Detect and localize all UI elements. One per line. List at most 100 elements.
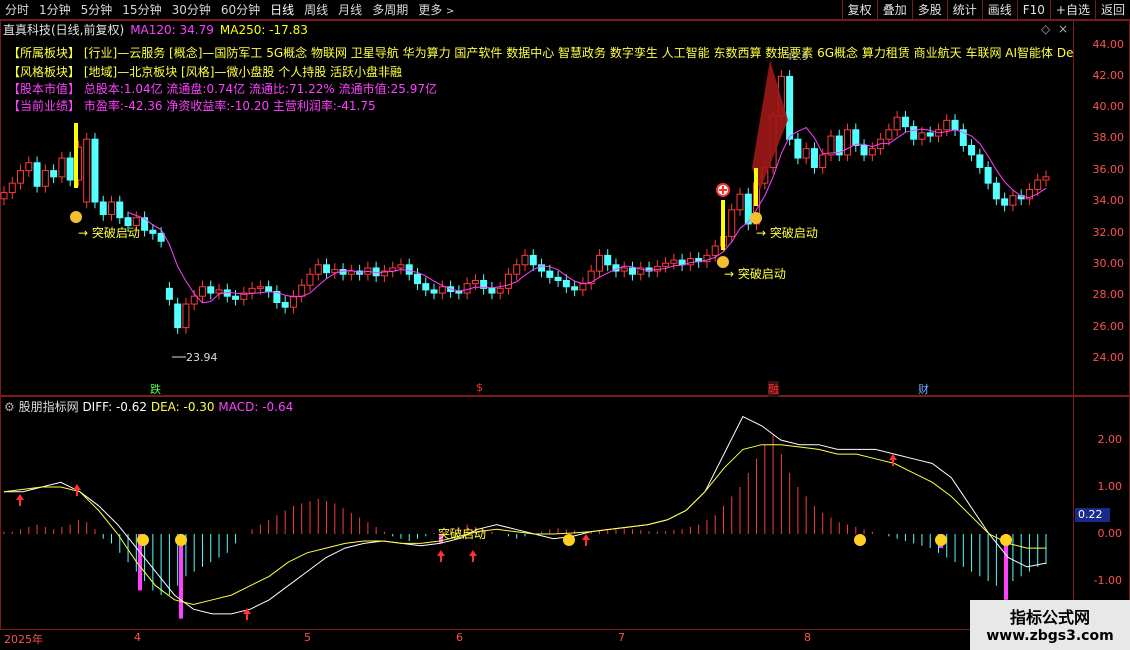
up-arrow-icon — [437, 550, 445, 562]
candle-body — [670, 259, 678, 264]
tab-5min[interactable]: 5分钟 — [76, 0, 118, 20]
tab-15min[interactable]: 15分钟 — [117, 0, 166, 20]
fall-marker[interactable]: 跌 — [150, 381, 161, 397]
stats-button[interactable]: 统计 — [946, 0, 982, 20]
candle-body — [488, 287, 496, 294]
date-label: 6 — [456, 631, 463, 644]
candle-body — [728, 209, 736, 238]
candle-body — [463, 283, 471, 294]
overlay-button[interactable]: 叠加 — [876, 0, 912, 20]
candle-body — [786, 75, 794, 140]
candle-body — [207, 286, 215, 294]
candle-body — [215, 289, 223, 294]
smiley-icon — [137, 534, 149, 546]
high-price-label: 42.9 — [786, 52, 809, 63]
news-marker[interactable]: 融 — [768, 381, 779, 397]
candle-body — [513, 264, 521, 275]
candle-body — [190, 295, 198, 305]
candle-body — [430, 289, 438, 294]
candle-body — [306, 273, 314, 286]
candle-body — [141, 217, 149, 231]
candle-body — [66, 157, 74, 181]
candle-body — [50, 170, 58, 178]
candle-body — [99, 201, 107, 216]
candle-body — [33, 162, 41, 187]
candle-body — [289, 295, 297, 308]
current-value-box: 0.22 — [1075, 508, 1110, 522]
candle-body — [182, 303, 190, 329]
up-arrow-icon — [16, 494, 24, 506]
candle-body — [810, 148, 818, 168]
tab-more-label: 更多 — [418, 2, 443, 17]
smiley-icon — [1000, 534, 1012, 546]
tab-30min[interactable]: 30分钟 — [167, 0, 216, 20]
date-label: 2025年 — [4, 633, 43, 646]
tab-weekly[interactable]: 周线 — [299, 0, 333, 20]
macd-tick: 2.00 — [1097, 433, 1123, 446]
candle-body — [571, 286, 579, 291]
finance-marker[interactable]: 财 — [918, 381, 929, 397]
draw-line-button[interactable]: 画线 — [981, 0, 1017, 20]
dollar-marker[interactable]: $ — [476, 381, 483, 394]
candle-body — [174, 303, 182, 329]
up-arrow-icon — [469, 550, 477, 562]
candle-body — [232, 295, 240, 300]
candlestick-chart[interactable] — [0, 20, 1073, 396]
candle-body — [422, 283, 430, 291]
tab-fenshi[interactable]: 分时 — [0, 0, 34, 20]
candle-body — [653, 265, 661, 272]
candle-body — [248, 287, 256, 294]
candle-body — [860, 144, 868, 156]
candle-body — [347, 270, 355, 275]
date-label: 8 — [804, 631, 811, 644]
low-price-label: 23.94 — [186, 351, 218, 364]
date-label: 5 — [304, 631, 311, 644]
add-watchlist-button[interactable]: +自选 — [1049, 0, 1095, 20]
candle-body — [827, 135, 835, 156]
back-button[interactable]: 返回 — [1094, 0, 1130, 20]
signal-bar — [754, 168, 758, 206]
signal-bar — [74, 123, 78, 188]
tab-monthly[interactable]: 月线 — [333, 0, 367, 20]
candle-body — [314, 264, 322, 275]
candle-body — [885, 129, 893, 140]
candle-body — [604, 254, 612, 266]
price-tick: 26.00 — [1092, 320, 1125, 333]
candle-body — [438, 286, 446, 294]
candle-body — [8, 182, 16, 194]
tab-multi-period[interactable]: 多周期 — [367, 0, 413, 20]
candle-body — [25, 162, 33, 172]
signal-bar — [721, 200, 725, 250]
candle-body — [397, 264, 405, 269]
candle-body — [1042, 176, 1050, 181]
candle-body — [298, 284, 306, 297]
watermark-title: 指标公式网 — [1009, 608, 1090, 627]
candle-body — [852, 129, 860, 146]
macd-chart[interactable] — [0, 396, 1073, 630]
candle-body — [504, 273, 512, 289]
candle-body — [926, 132, 934, 137]
candle-body — [620, 267, 628, 272]
candle-body — [868, 148, 876, 156]
price-tick: 42.00 — [1092, 69, 1125, 82]
candle-body — [579, 283, 587, 291]
candle-body — [554, 276, 562, 281]
candle-body — [149, 229, 157, 234]
candle-body — [41, 170, 49, 187]
candle-body — [331, 269, 339, 274]
smiley-icon — [935, 534, 947, 546]
candle-body — [562, 280, 570, 288]
candle-body — [1009, 195, 1017, 206]
candle-body — [1034, 179, 1042, 190]
tab-more[interactable]: 更多 > — [413, 0, 459, 20]
multi-stock-button[interactable]: 多股 — [911, 0, 947, 20]
macd-signal-bar — [179, 534, 183, 619]
tab-60min[interactable]: 60分钟 — [216, 0, 265, 20]
candle-body — [91, 138, 99, 203]
fuquan-button[interactable]: 复权 — [841, 0, 877, 20]
f10-button[interactable]: F10 — [1016, 0, 1050, 20]
candle-body — [165, 287, 173, 300]
candle-body — [984, 166, 992, 184]
tab-daily[interactable]: 日线 — [265, 0, 299, 20]
tab-1min[interactable]: 1分钟 — [34, 0, 76, 20]
